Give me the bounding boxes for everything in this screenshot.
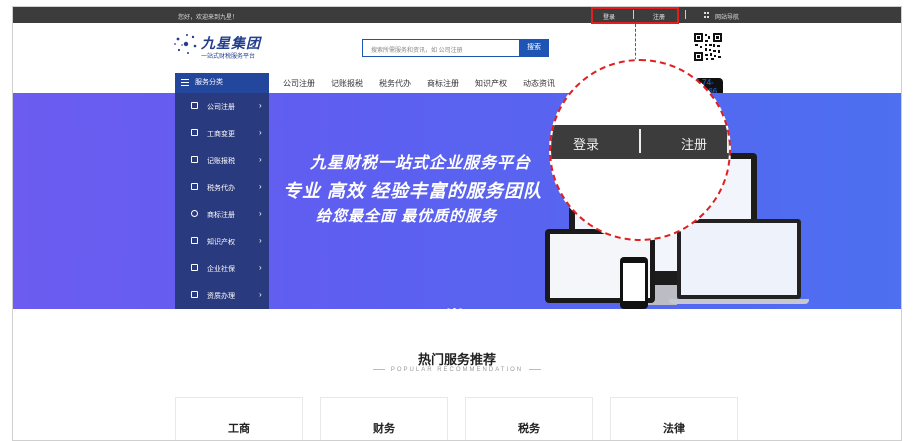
chevron-right-icon: ›	[259, 128, 262, 137]
divider	[639, 129, 641, 153]
side-item-ip[interactable]: 知识产权 ›	[175, 228, 269, 255]
nav-item-bookkeeping[interactable]: 记账报税	[331, 78, 363, 89]
service-card[interactable]: 税务	[465, 397, 593, 440]
grid-icon	[704, 12, 710, 18]
service-side-menu: 公司注册 › 工商变更 › 记账报税 › 税务代办 › 商标注册 › 知识产权 …	[175, 93, 269, 309]
section-title: 热门服务推荐	[417, 352, 496, 367]
divider	[372, 368, 385, 370]
side-item-label: 商标注册	[207, 212, 235, 219]
banner-tagline: 给您最全面 最优质的服务	[316, 208, 498, 225]
side-item-business-change[interactable]: 工商变更 ›	[175, 120, 269, 147]
service-card[interactable]: 财务	[320, 397, 448, 440]
chevron-right-icon: ›	[259, 101, 262, 110]
category-label: 服务分类	[195, 79, 223, 86]
chevron-right-icon: ›	[259, 236, 262, 245]
service-card[interactable]: 工商	[175, 397, 303, 440]
nav-item-news[interactable]: 动态资讯	[523, 78, 555, 89]
certificate-icon	[191, 291, 198, 298]
banner-subheadline: 专业 高效 经验丰富的服务团队	[283, 181, 543, 201]
divider	[685, 10, 686, 19]
carousel-dot-active[interactable]	[453, 308, 456, 309]
nav-item-ip[interactable]: 知识产权	[475, 78, 507, 89]
file-edit-icon	[191, 129, 198, 136]
document-icon	[191, 102, 198, 109]
laptop-base	[669, 299, 809, 304]
service-card-title: 税务	[518, 423, 540, 435]
search-button[interactable]: 搜索	[519, 39, 549, 57]
nav-item-trademark[interactable]: 商标注册	[427, 78, 459, 89]
side-item-label: 知识产权	[207, 239, 235, 246]
service-card[interactable]: 法律	[610, 397, 738, 440]
divider	[727, 129, 729, 153]
browser-page: 您好，欢迎来到九星！ 登录 注册 网站导航 九星集团 一站式财税服务平台 搜索所…	[12, 6, 902, 441]
hero-banner[interactable]: 公司注册 › 工商变更 › 记账报税 › 税务代办 › 商标注册 › 知识产权 …	[13, 93, 901, 309]
side-item-label: 公司注册	[207, 104, 235, 111]
side-item-company-registration[interactable]: 公司注册 ›	[175, 93, 269, 120]
menu-icon	[181, 79, 189, 86]
chevron-right-icon: ›	[259, 290, 262, 299]
section-subtitle: POPULAR RECOMMENDATION	[13, 367, 901, 373]
chevron-right-icon: ›	[259, 155, 262, 164]
side-item-trademark[interactable]: 商标注册 ›	[175, 201, 269, 228]
layers-icon	[191, 237, 198, 244]
main-nav: 服务分类 公司注册 记账报税 税务代办 商标注册 知识产权 动态资讯 4-74-…	[13, 73, 901, 130]
category-menu-button[interactable]: 服务分类	[175, 73, 269, 93]
chevron-right-icon: ›	[259, 209, 262, 218]
nav-item-tax-agency[interactable]: 税务代办	[379, 78, 411, 89]
side-item-label: 税务代办	[207, 185, 235, 192]
side-item-tax-agency[interactable]: 税务代办 ›	[175, 174, 269, 201]
star-cluster-icon	[174, 34, 197, 54]
side-item-social-security[interactable]: 企业社保 ›	[175, 255, 269, 282]
carousel-indicators[interactable]	[447, 298, 465, 309]
logo-name: 九星集团	[201, 36, 261, 52]
service-card-title: 财务	[373, 423, 395, 435]
chevron-right-icon: ›	[259, 263, 262, 272]
sitemap-link[interactable]: 网站导航	[715, 12, 739, 21]
banner-headline: 九星财税一站式企业服务平台	[310, 155, 532, 172]
section-subtitle-text: POPULAR RECOMMENDATION	[390, 367, 524, 373]
shield-icon	[191, 264, 198, 271]
carousel-dot[interactable]	[459, 308, 462, 309]
chevron-right-icon: ›	[259, 182, 262, 191]
ledger-icon	[191, 156, 198, 163]
top-bar: 您好，欢迎来到九星！ 登录 注册 网站导航	[13, 7, 901, 23]
side-item-label: 企业社保	[207, 266, 235, 273]
side-item-label: 工商变更	[207, 131, 235, 138]
carousel-dot[interactable]	[447, 308, 450, 309]
zoom-callout: 登录 注册	[549, 59, 731, 241]
side-item-bookkeeping[interactable]: 记账报税 ›	[175, 147, 269, 174]
logo-slogan: 一站式财税服务平台	[201, 54, 256, 60]
registered-icon	[191, 210, 198, 217]
welcome-text: 您好，欢迎来到九星！	[178, 15, 239, 21]
building-icon	[191, 183, 198, 190]
zoomed-login-link: 登录	[573, 137, 600, 152]
highlight-box	[591, 7, 679, 24]
laptop-illustration	[677, 219, 801, 299]
service-card-title: 工商	[228, 423, 250, 435]
service-card-title: 法律	[663, 423, 685, 435]
logo[interactable]: 九星集团 一站式财税服务平台	[173, 31, 273, 61]
divider	[529, 368, 542, 370]
side-item-qualification[interactable]: 资质办理 ›	[175, 282, 269, 309]
nav-item-company-registration[interactable]: 公司注册	[283, 78, 315, 89]
side-item-label: 记账报税	[207, 158, 235, 165]
zoomed-register-link: 注册	[681, 137, 708, 152]
search-input[interactable]: 搜索所需服务和资讯，如 公司注册	[362, 39, 520, 57]
phone-illustration	[620, 257, 648, 309]
side-item-label: 资质办理	[207, 293, 235, 300]
qr-code-icon	[693, 32, 723, 62]
